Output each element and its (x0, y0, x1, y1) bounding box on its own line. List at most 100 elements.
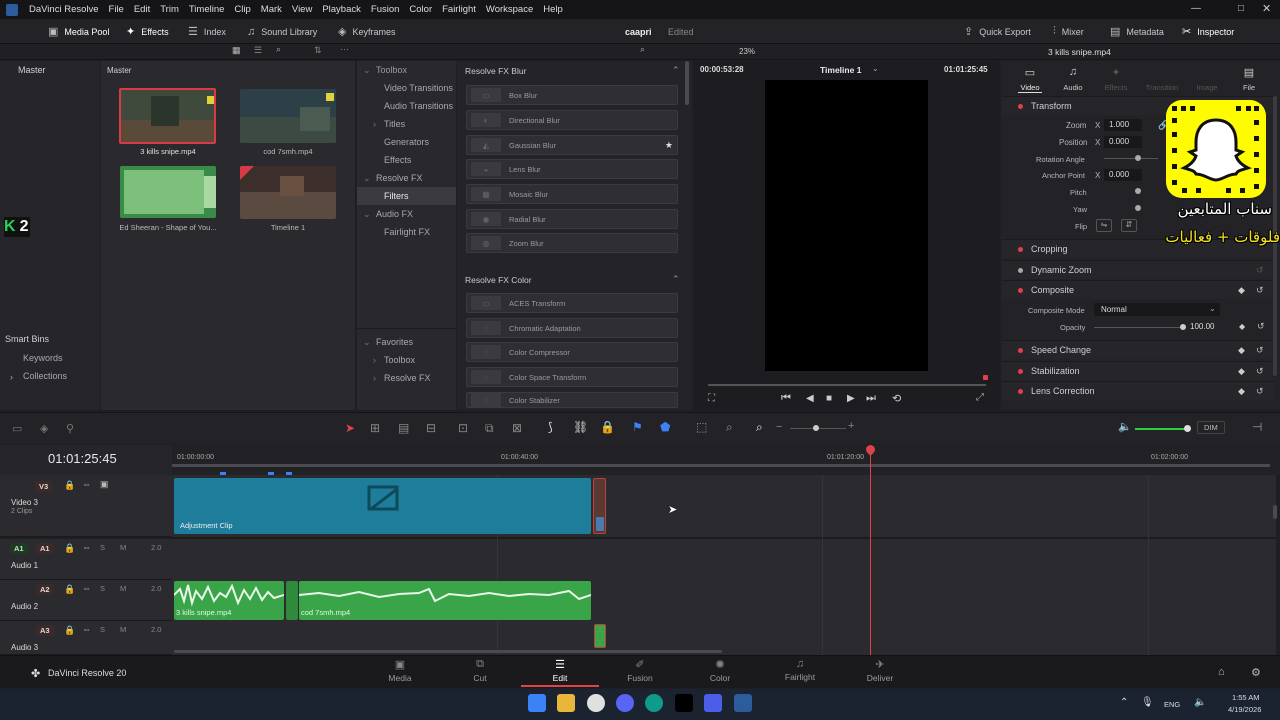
microphone-tray-icon[interactable]: 🎙 (1141, 697, 1154, 708)
clip-thumb-timeline-1[interactable] (240, 166, 336, 219)
custom-zoom-icon[interactable]: ⌕ (756, 420, 763, 435)
scrubber-playhead-icon[interactable] (983, 375, 988, 380)
speaker-icon[interactable]: 🔈 (1118, 420, 1132, 433)
auto-select-icon[interactable]: ⇔ (82, 583, 91, 593)
menu-color[interactable]: Color (404, 4, 437, 15)
timeline-view-icon[interactable]: ▭ (12, 422, 22, 435)
opacity-value[interactable]: 100.00 (1190, 322, 1214, 331)
dim-button[interactable]: DIM (1197, 421, 1225, 434)
flip-vertical-icon[interactable]: ⇵ (1121, 219, 1137, 232)
sort-icon[interactable]: ⇅ (314, 45, 322, 56)
tree-resolve-fx[interactable]: Resolve FX (376, 173, 423, 183)
chevron-right-icon[interactable]: › (373, 373, 376, 383)
page-cut[interactable]: ⧉ Cut (440, 658, 520, 683)
chevron-down-icon[interactable]: ⌄ (363, 173, 371, 184)
chevron-down-icon[interactable]: ⌄ (363, 337, 371, 348)
tiktok-icon[interactable] (675, 694, 693, 712)
blade-tool-icon[interactable]: ⊟ (426, 421, 436, 435)
tree-toolbox[interactable]: Toolbox (376, 65, 407, 75)
a2-audio-clip-2[interactable]: cod 7smh.mp4 (299, 581, 591, 620)
a1-track-name[interactable]: Audio 1 (11, 561, 38, 570)
page-fairlight[interactable]: ♫ Fairlight (760, 658, 840, 682)
section-speed-change[interactable]: Speed Change ◆ ↺ (1002, 340, 1274, 359)
fx-color-space-transform[interactable]: ◌ Color Space Transform (466, 367, 678, 387)
tree-titles[interactable]: Titles (384, 119, 405, 129)
fx-radial-blur[interactable]: ◉ Radial Blur (466, 209, 678, 229)
tree-audio-fx[interactable]: Audio FX (376, 209, 413, 219)
windows-start-icon[interactable] (528, 694, 546, 712)
search-icon[interactable]: ⌕ (276, 44, 281, 55)
inspector-button[interactable]: ✂ Inspector (1182, 19, 1234, 44)
page-deliver[interactable]: ✈ Deliver (840, 658, 920, 683)
reset-icon[interactable]: ↺ (1257, 321, 1265, 332)
ruler-scrollbar[interactable] (172, 464, 1270, 467)
keyframe-diamond-icon[interactable]: ◆ (1238, 285, 1245, 296)
reset-icon[interactable]: ↺ (1256, 285, 1264, 296)
metadata-button[interactable]: ▤ Metadata (1110, 19, 1164, 44)
page-fusion[interactable]: ✐ Fusion (600, 658, 680, 683)
fx-gaussian-blur[interactable]: ◭ Gaussian Blur ★ (466, 135, 678, 155)
enable-dot-icon[interactable] (1018, 246, 1023, 252)
play-reverse-icon[interactable]: ◀ (806, 393, 814, 404)
a3-badge[interactable]: A3 (36, 625, 54, 636)
anchor-x-field[interactable]: 0.000 (1104, 169, 1142, 181)
mute-button[interactable]: M (120, 584, 126, 593)
tab-transition[interactable]: Transition (1142, 83, 1182, 92)
menu-fairlight[interactable]: Fairlight (437, 4, 481, 15)
tray-chevron-icon[interactable]: ⌃ (1120, 697, 1128, 708)
full-extent-zoom-icon[interactable]: ⬚ (696, 420, 707, 434)
section-lens-correction[interactable]: Lens Correction ◆ ↺ (1002, 381, 1274, 400)
zoom-level[interactable]: 23% (739, 47, 755, 56)
clock-time[interactable]: 1:55 AM (1232, 693, 1260, 702)
fx-search-icon[interactable]: ⌕ (640, 44, 645, 55)
a3-track-name[interactable]: Audio 3 (11, 643, 38, 652)
fx-lens-blur[interactable]: ◒ Lens Blur (466, 159, 678, 179)
auto-select-icon[interactable]: ⇔ (82, 624, 91, 634)
trim-tool-icon[interactable]: ⊞ (370, 421, 380, 435)
home-icon[interactable]: ⌂ (1218, 666, 1225, 678)
solo-button[interactable]: S (100, 625, 105, 634)
snapping-icon[interactable]: ⟆ (548, 420, 553, 434)
keyframe-diamond-icon[interactable]: ◆ (1238, 366, 1245, 377)
position-x-field[interactable]: 0.000 (1104, 136, 1142, 148)
keyframes-button[interactable]: ◈ Keyframes (338, 19, 395, 44)
chevron-up-icon[interactable]: ⌃ (672, 274, 680, 285)
composite-mode-select[interactable]: Normal (1094, 303, 1220, 316)
marker-icon[interactable]: ⬟ (660, 420, 670, 434)
fx-color-stabilizer[interactable]: ◌ Color Stabilizer (466, 392, 678, 408)
insert-clip-icon[interactable]: ⊡ (458, 421, 468, 435)
bin-master[interactable]: Master (18, 65, 46, 75)
mixer-button[interactable]: ⫶ Mixer (1053, 19, 1084, 44)
lock-track-icon[interactable]: 🔒 (64, 625, 75, 636)
flip-horizontal-icon[interactable]: ⇋ (1096, 219, 1112, 232)
current-timecode[interactable]: 01:01:25:45 (48, 451, 117, 466)
section-composite[interactable]: Composite ◆ ↺ (1002, 280, 1274, 299)
lock-icon[interactable]: 🔒 (600, 420, 615, 434)
minimize-icon[interactable]: — (1191, 3, 1201, 14)
clock-date[interactable]: 4/19/2026 (1228, 705, 1261, 714)
adjustment-clip[interactable]: Adjustment Clip (174, 478, 591, 534)
fx-color-compressor[interactable]: ◌ Color Compressor (466, 342, 678, 362)
section-stabilization[interactable]: Stabilization ◆ ↺ (1002, 361, 1274, 380)
tab-image[interactable]: Image (1192, 83, 1222, 92)
fx-chromatic-adaptation[interactable]: ◌ Chromatic Adaptation (466, 318, 678, 338)
reset-icon[interactable]: ↺ (1256, 366, 1264, 377)
list-view-icon[interactable]: ☰ (254, 45, 262, 56)
page-color[interactable]: ✺ Color (680, 658, 760, 683)
enable-dot-icon[interactable] (1018, 287, 1023, 293)
collections-bin[interactable]: Collections (23, 371, 67, 381)
tab-file[interactable]: File (1235, 83, 1263, 92)
tree-generators[interactable]: Generators (384, 137, 429, 147)
section-dynamic-zoom[interactable]: Dynamic Zoom ↺ (1002, 260, 1274, 279)
loop-icon[interactable]: ⟲ (892, 392, 901, 405)
chevron-right-icon[interactable]: › (373, 119, 376, 129)
a2-audio-clip-gap[interactable] (286, 581, 298, 620)
grid-view-icon[interactable]: ▦ (232, 45, 241, 56)
chrome-icon[interactable] (587, 694, 605, 712)
fx-scrollbar[interactable] (685, 61, 689, 105)
index-button[interactable]: ☰ Index (188, 19, 226, 44)
track-visibility-icon[interactable]: ▣ (100, 479, 109, 490)
menu-playback[interactable]: Playback (317, 4, 366, 15)
tree-favorites[interactable]: Favorites (376, 337, 413, 347)
lock-track-icon[interactable]: 🔒 (64, 543, 75, 554)
